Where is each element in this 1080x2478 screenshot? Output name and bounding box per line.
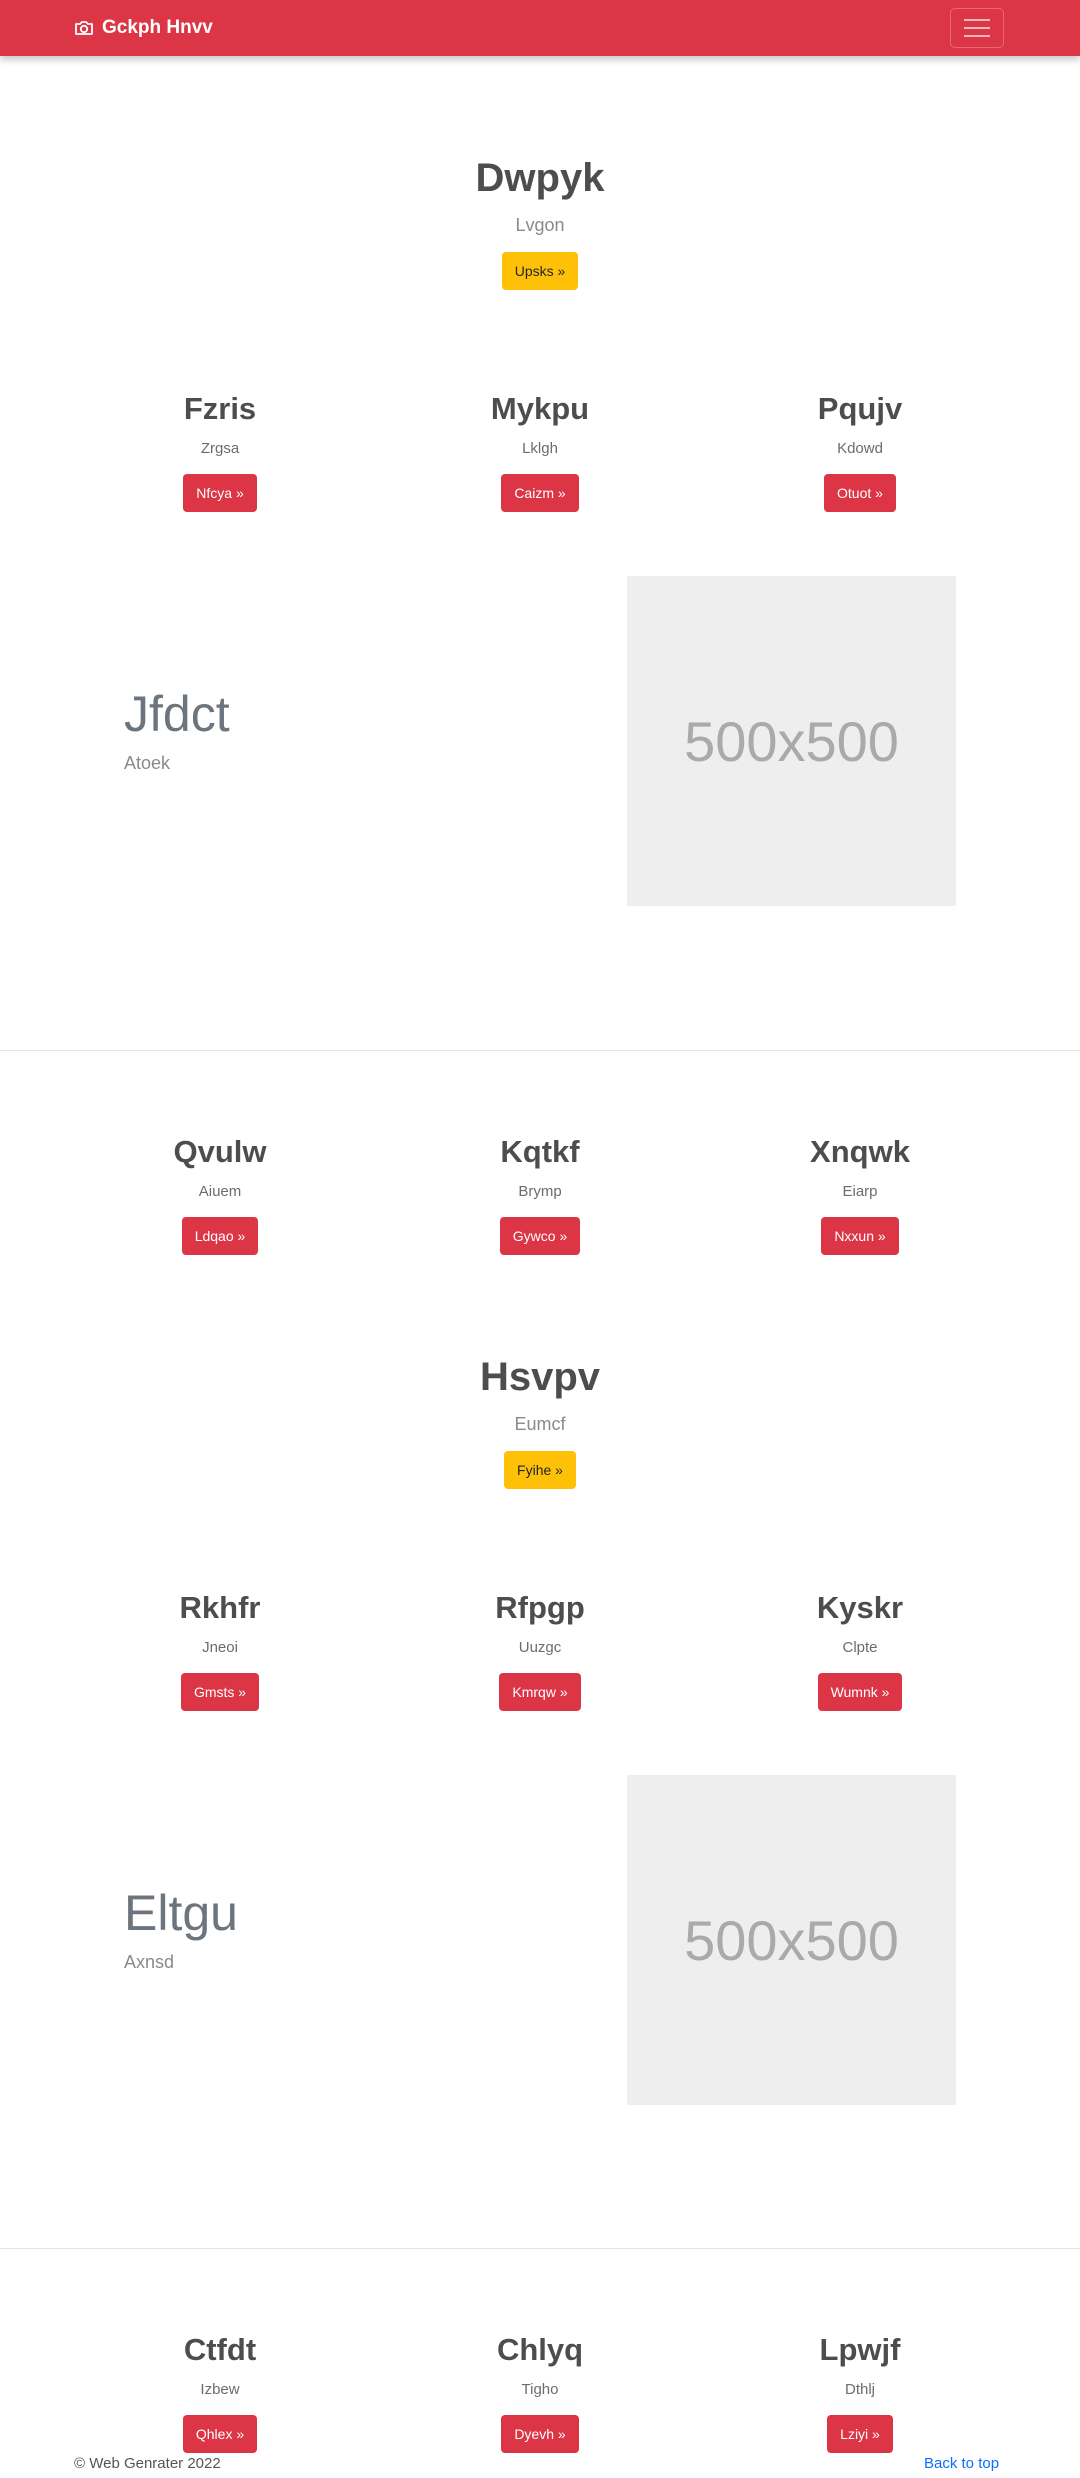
card-text: Izbew	[200, 2381, 240, 2398]
card-button[interactable]: Ldqao »	[181, 1217, 259, 1255]
card-title: Xnqwk	[810, 1134, 910, 1169]
card-title: Pqujv	[817, 391, 903, 426]
hero-button[interactable]: Upsks »	[501, 252, 579, 290]
footer-copyright: © Web Genrater 2022	[74, 2455, 221, 2472]
card-title: Rfpgp	[495, 1590, 585, 1625]
card: Mykpu Lklgh Caizm »	[390, 390, 690, 512]
card: Qvulw Aiuem Ldqao »	[70, 1133, 370, 1255]
back-to-top-link[interactable]: Back to top	[924, 2455, 999, 2472]
card-button[interactable]: Gywco »	[499, 1217, 581, 1255]
card-button[interactable]: Nfcya »	[183, 474, 257, 512]
menu-toggle-button[interactable]	[950, 8, 1004, 48]
card-button[interactable]: Lziyi »	[827, 2415, 893, 2453]
card-text: Tigho	[521, 2381, 559, 2398]
card-title: Kqtkf	[500, 1134, 580, 1169]
card-button[interactable]: Caizm »	[501, 474, 579, 512]
card-text: Dthlj	[844, 2381, 875, 2398]
card-title: Qvulw	[173, 1134, 267, 1169]
card-text: Jneoi	[202, 1639, 238, 1656]
placeholder-image: 500x500	[627, 1775, 956, 2105]
feature-subtitle: Axnsd	[124, 1952, 175, 1972]
navbar: Gckph Hnvv	[0, 0, 1080, 56]
hero-subtitle: Lvgon	[515, 215, 565, 235]
card-text: Zrgsa	[200, 440, 240, 457]
hero-subtitle: Eumcf	[514, 1414, 566, 1434]
card-button[interactable]: Gmsts »	[180, 1673, 260, 1711]
card-button[interactable]: Kmrqw »	[499, 1673, 581, 1711]
feature-section: Eltgu Axnsd 500x500	[0, 1775, 1080, 2105]
card-text: Lklgh	[522, 440, 558, 457]
card-title: Kyskr	[816, 1590, 904, 1625]
card-button[interactable]: Wumnk »	[817, 1673, 903, 1711]
card-text: Uuzgc	[518, 1639, 562, 1656]
card-title: Fzris	[183, 391, 257, 426]
card-button[interactable]: Otuot »	[824, 474, 896, 512]
card: Rkhfr Jneoi Gmsts »	[70, 1589, 370, 1711]
hero-section: Hsvpv Eumcf Fyihe »	[0, 1353, 1080, 1489]
card-title: Mykpu	[490, 391, 590, 426]
card-title: Lpwjf	[819, 2332, 901, 2367]
card-button[interactable]: Nxxun »	[821, 1217, 899, 1255]
camera-icon	[74, 19, 94, 37]
card: Pqujv Kdowd Otuot »	[710, 390, 1010, 512]
hero-button[interactable]: Fyihe »	[504, 1451, 576, 1489]
card: Ctfdt Izbew Qhlex »	[70, 2331, 370, 2453]
card: Kqtkf Brymp Gywco »	[390, 1133, 690, 1255]
card-title: Chlyq	[496, 2332, 584, 2367]
card-button[interactable]: Qhlex »	[182, 2415, 258, 2453]
feature-title: Eltgu	[124, 1885, 238, 1941]
card: Rfpgp Uuzgc Kmrqw »	[390, 1589, 690, 1711]
card-text: Aiuem	[198, 1183, 242, 1200]
feature-subtitle: Atoek	[124, 753, 171, 773]
brand-name: Gckph Hnvv	[102, 17, 213, 38]
card-text: Eiarp	[842, 1183, 878, 1200]
feature-title: Jfdct	[124, 686, 230, 742]
hamburger-icon	[964, 19, 990, 21]
navbar-brand[interactable]: Gckph Hnvv	[74, 0, 213, 56]
card-title: Ctfdt	[183, 2332, 257, 2367]
placeholder-image: 500x500	[627, 576, 956, 906]
card-button[interactable]: Dyevh »	[501, 2415, 579, 2453]
card-text: Brymp	[518, 1183, 562, 1200]
card: Fzris Zrgsa Nfcya »	[70, 390, 370, 512]
section-divider	[0, 1050, 1080, 1051]
card: Lpwjf Dthlj Lziyi »	[710, 2331, 1010, 2453]
hero-title: Dwpyk	[475, 156, 605, 200]
hero-title: Hsvpv	[479, 1355, 601, 1399]
card: Xnqwk Eiarp Nxxun »	[710, 1133, 1010, 1255]
section-divider	[0, 2248, 1080, 2249]
card: Chlyq Tigho Dyevh »	[390, 2331, 690, 2453]
card-text: Clpte	[842, 1639, 878, 1656]
feature-section: Jfdct Atoek 500x500	[0, 576, 1080, 906]
card: Kyskr Clpte Wumnk »	[710, 1589, 1010, 1711]
hero-section: Dwpyk Lvgon Upsks »	[0, 154, 1080, 290]
card-text: Kdowd	[837, 440, 883, 457]
card-title: Rkhfr	[179, 1590, 261, 1625]
